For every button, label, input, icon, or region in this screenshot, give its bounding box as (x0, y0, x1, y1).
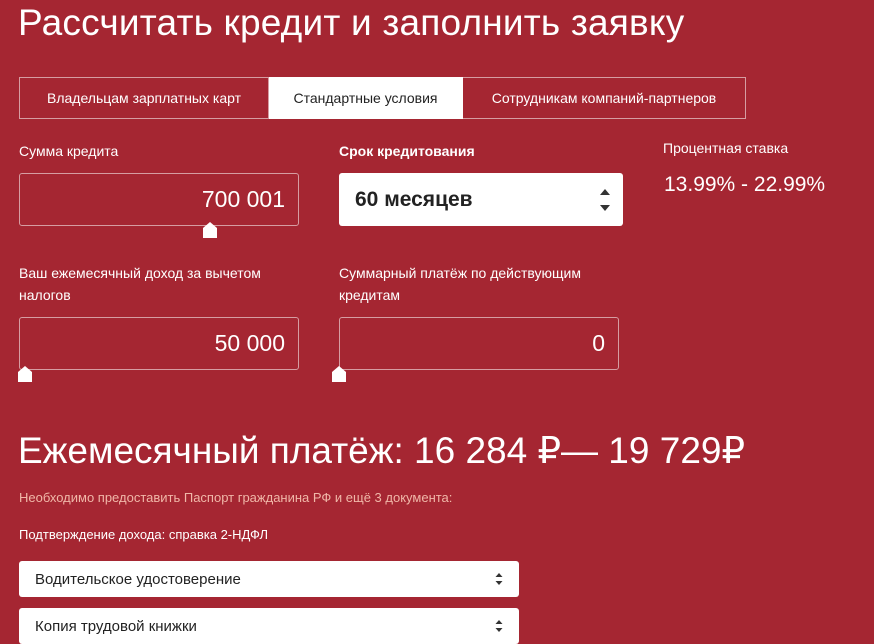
term-select[interactable]: 60 месяцев (339, 173, 623, 226)
income-label: Ваш ежемесячный доход за вычетом налогов (19, 265, 261, 303)
loan-conditions-tabs: Владельцам зарплатных карт Стандартные у… (19, 77, 746, 119)
document-select-2-value: Копия трудовой книжки (35, 617, 197, 635)
document-select-2[interactable]: Копия трудовой книжки (19, 608, 519, 644)
page-title: Рассчитать кредит и заполнить заявку (18, 2, 685, 43)
existing-payments-input[interactable]: 0 (339, 317, 619, 370)
monthly-payment: Ежемесячный платёж: 16 284 ₽— 19 729₽ (18, 430, 746, 471)
rate-value: 13.99% - 22.99% (664, 173, 826, 196)
tab-standard-conditions[interactable]: Стандартные условия (269, 77, 463, 119)
income-input[interactable]: 50 000 (19, 317, 299, 370)
loan-amount-input[interactable]: 700 001 (19, 173, 299, 226)
income-proof-text: Подтверждение дохода: справка 2-НДФЛ (19, 527, 269, 542)
term-select-value: 60 месяцев (355, 187, 473, 211)
up-down-arrows-icon[interactable] (599, 185, 611, 215)
rate-label: Процентная ставка (663, 140, 789, 156)
document-select-1-value: Водительское удостоверение (35, 570, 241, 588)
loan-amount-label: Сумма кредита (19, 143, 119, 159)
income-slider-handle[interactable] (18, 366, 32, 382)
existing-payments-slider-handle[interactable] (332, 366, 346, 382)
documents-notice: Необходимо предоставить Паспорт граждани… (19, 490, 453, 505)
loan-amount-slider-handle[interactable] (203, 222, 217, 238)
tab-partner-employees[interactable]: Сотрудникам компаний-партнеров (463, 77, 746, 119)
document-select-1[interactable]: Водительское удостоверение (19, 561, 519, 597)
up-down-arrows-icon (495, 572, 503, 586)
existing-payments-label: Суммарный платёж по действующим кредитам (339, 265, 581, 303)
up-down-arrows-icon (495, 619, 503, 633)
tab-salary-card-holders[interactable]: Владельцам зарплатных карт (19, 77, 269, 119)
term-label: Срок кредитования (339, 143, 475, 159)
